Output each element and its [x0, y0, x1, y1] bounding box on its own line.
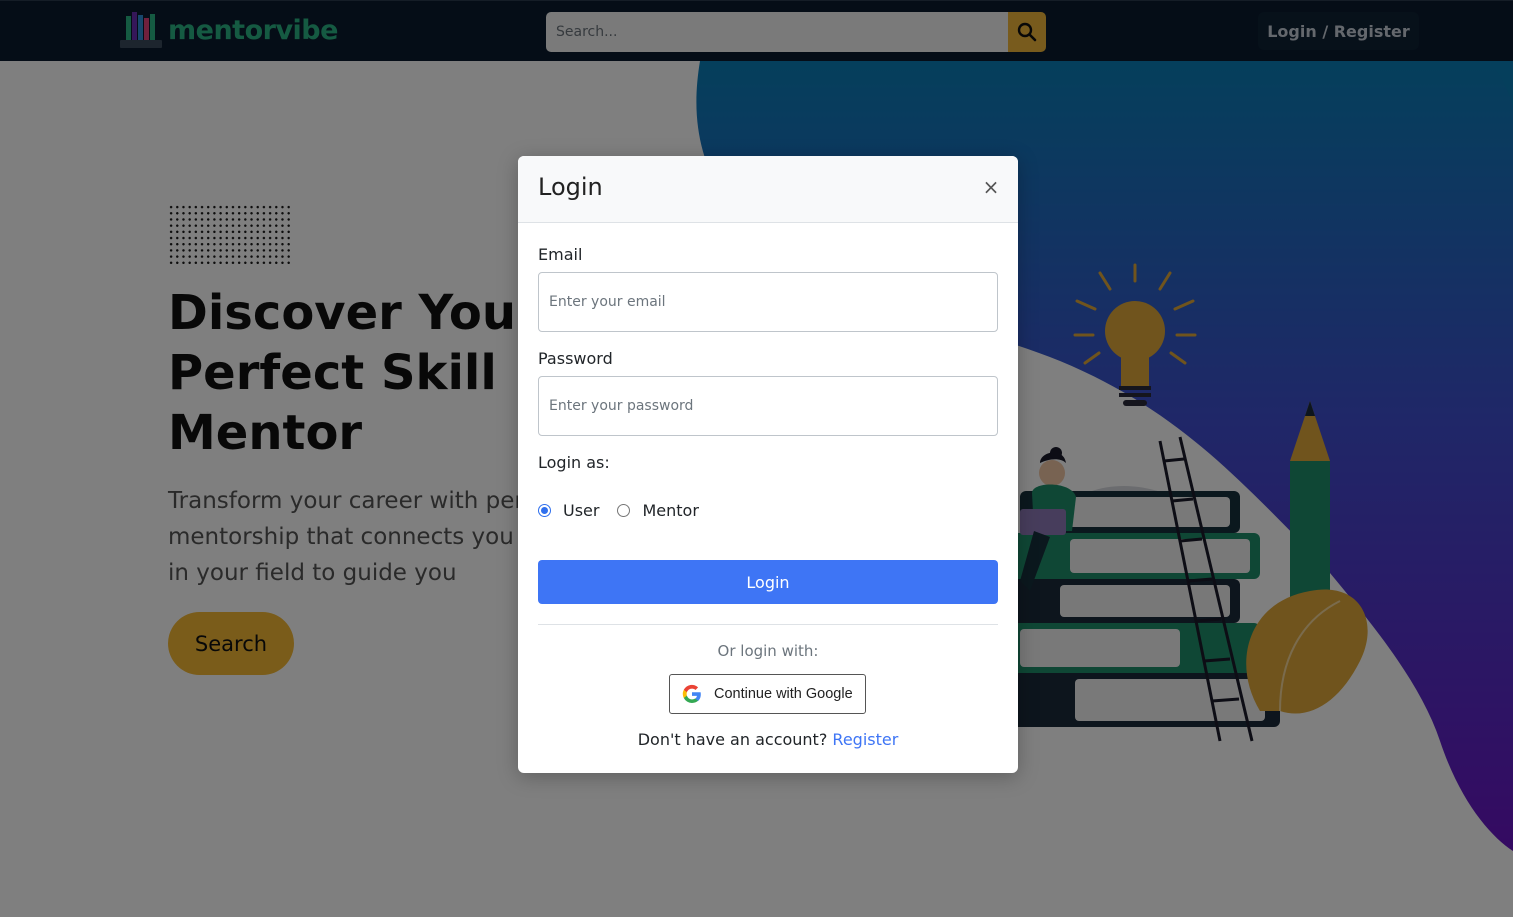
- modal-title: Login: [538, 173, 603, 201]
- email-label: Email: [538, 245, 583, 264]
- login-modal: Login × Email Password Login as: User Me…: [518, 156, 1018, 773]
- radio-mentor[interactable]: [617, 503, 631, 517]
- register-prompt: Don't have an account? Register: [518, 730, 1018, 749]
- login-button[interactable]: Login: [538, 560, 998, 604]
- google-icon: [682, 684, 701, 704]
- radio-user-label[interactable]: User: [563, 501, 599, 520]
- login-as-label: Login as:: [538, 453, 610, 472]
- no-account-text: Don't have an account?: [637, 730, 828, 749]
- radio-mentor-label[interactable]: Mentor: [642, 501, 698, 520]
- register-link[interactable]: Register: [832, 730, 898, 749]
- role-radio-group: User Mentor: [538, 500, 717, 520]
- radio-user[interactable]: [538, 503, 551, 517]
- password-label: Password: [538, 349, 613, 368]
- or-login-with-text: Or login with:: [717, 642, 819, 660]
- divider: [538, 624, 998, 625]
- modal-header: Login ×: [518, 156, 1018, 223]
- google-button-label: Continue with Google: [714, 686, 853, 702]
- email-field[interactable]: [538, 272, 998, 332]
- google-login-button[interactable]: Continue with Google: [669, 674, 866, 714]
- close-icon[interactable]: ×: [982, 177, 1000, 197]
- password-field[interactable]: [538, 376, 998, 436]
